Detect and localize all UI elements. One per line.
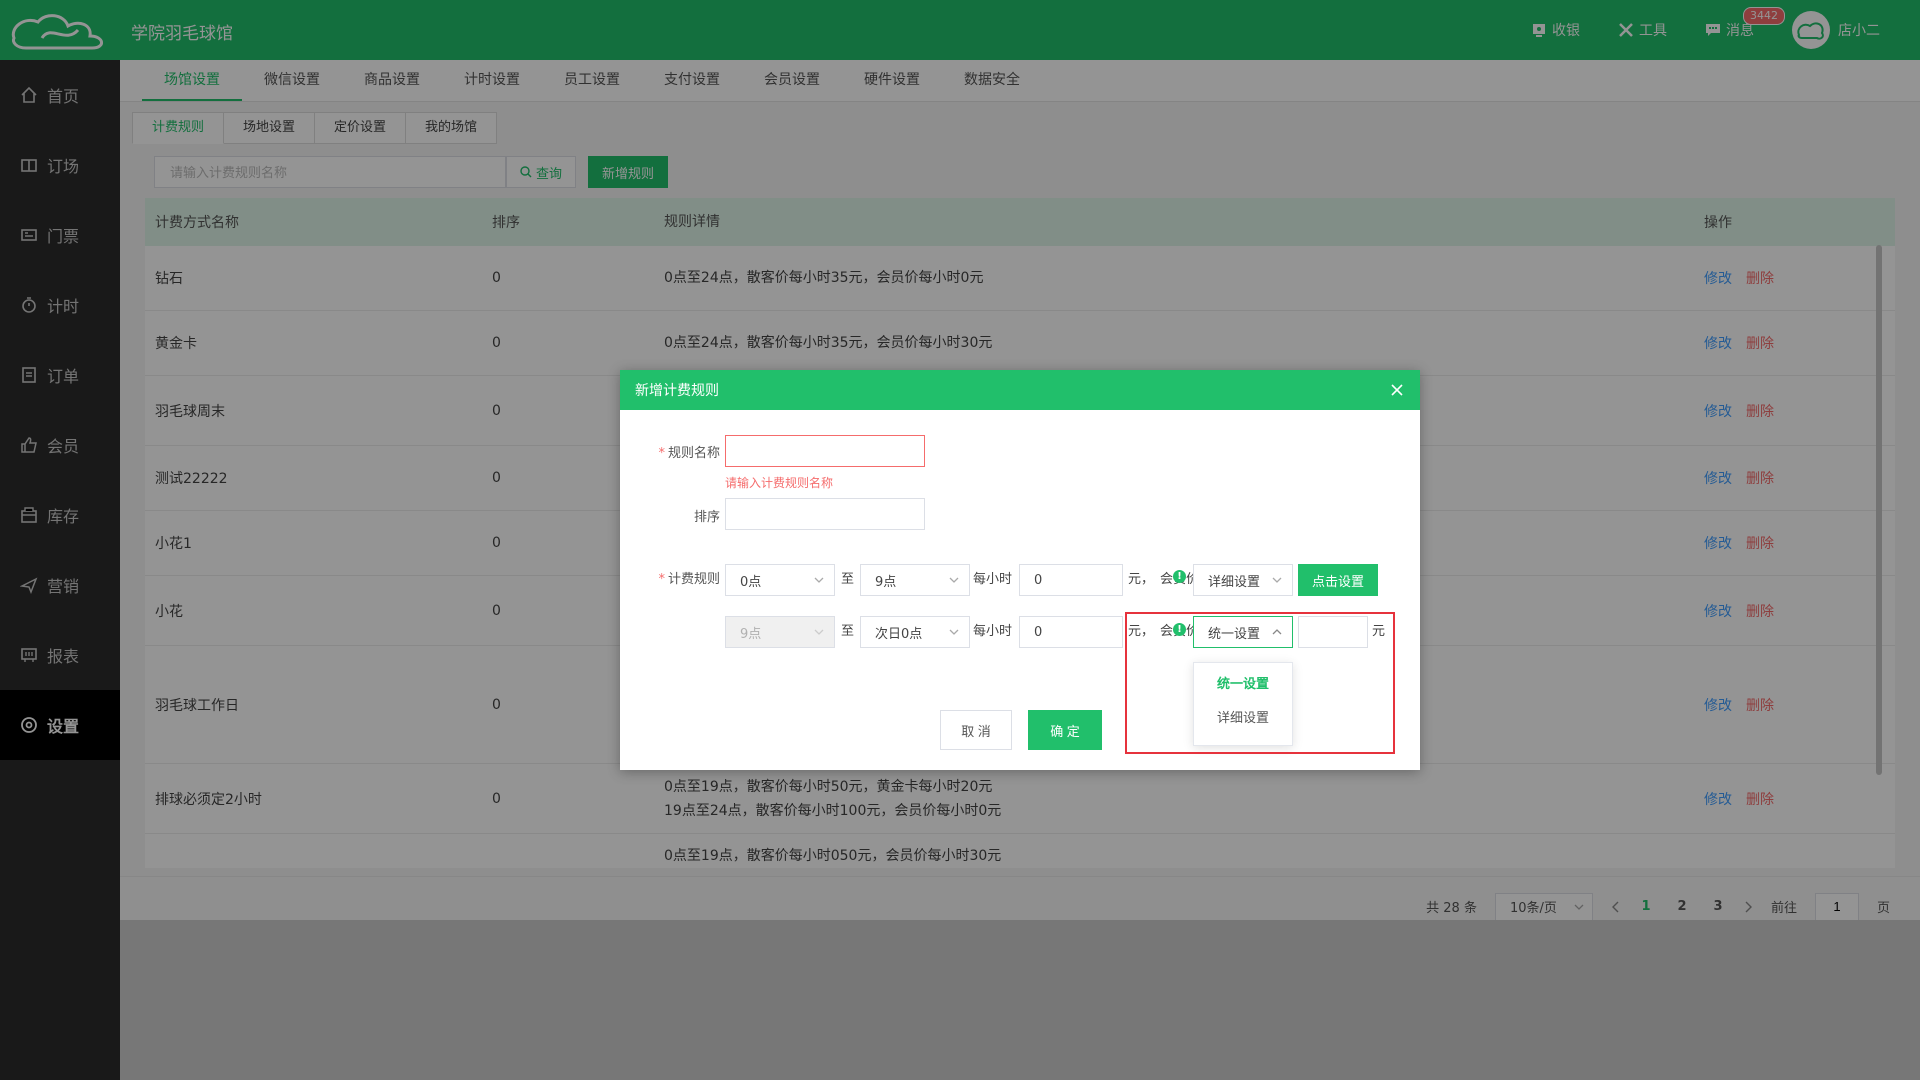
hourly-price-input[interactable]: 0 [1019, 564, 1123, 596]
start-time-select-disabled: 9点 [725, 616, 835, 648]
cancel-button[interactable]: 取 消 [940, 710, 1012, 750]
to-label: 至 [841, 572, 855, 587]
to-label: 至 [841, 624, 855, 639]
member-price-mode-select[interactable]: 详细设置 [1193, 564, 1293, 596]
rule-name-error: 请输入计费规则名称 [725, 476, 834, 490]
highlight-box [1125, 612, 1395, 754]
order-input[interactable] [725, 498, 925, 530]
order-label: 排序 [693, 510, 720, 525]
chevron-down-icon [949, 629, 959, 635]
chevron-down-icon [949, 577, 959, 583]
dialog-header: 新增计费规则 [620, 370, 1420, 410]
end-time-select[interactable]: 9点 [860, 564, 970, 596]
billing-rule-label: * 计费规则 [658, 572, 720, 587]
confirm-button[interactable]: 确 定 [1028, 710, 1102, 750]
per-hour-label: 每小时 [973, 572, 1013, 587]
hourly-price-input[interactable]: 0 [1019, 616, 1123, 648]
rule-name-label: * 规则名称 [658, 446, 720, 461]
click-setting-button[interactable]: 点击设置 [1298, 564, 1378, 596]
end-time-select[interactable]: 次日0点 [860, 616, 970, 648]
per-hour-label: 每小时 [973, 624, 1013, 639]
rule-name-input[interactable] [725, 435, 925, 467]
info-icon: ! [1173, 570, 1186, 583]
chevron-down-icon [1272, 577, 1282, 583]
chevron-down-icon [814, 629, 824, 635]
close-icon[interactable] [1390, 383, 1404, 397]
start-time-select[interactable]: 0点 [725, 564, 835, 596]
chevron-down-icon [814, 577, 824, 583]
dialog-title: 新增计费规则 [635, 383, 719, 399]
yuan-label: 元， [1128, 572, 1155, 587]
